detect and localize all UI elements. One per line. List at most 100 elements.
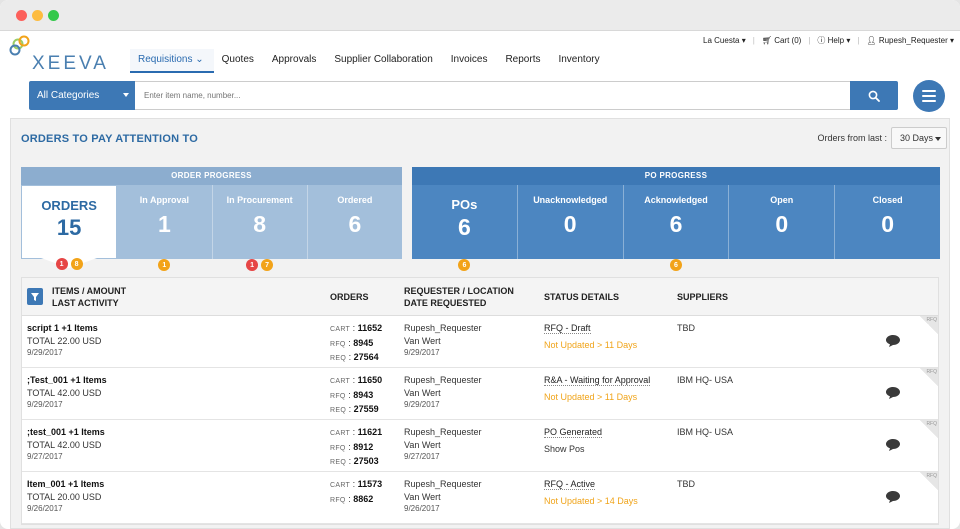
- chevron-down-icon: ▾: [949, 36, 954, 45]
- warning-badge[interactable]: 1: [158, 259, 171, 271]
- status-text[interactable]: PO Generated: [544, 427, 603, 438]
- rfq-corner-label: RFQ: [926, 369, 937, 375]
- req-number[interactable]: 27503: [354, 456, 379, 466]
- location-label: La Cuesta: [703, 36, 740, 45]
- hamburger-menu-button[interactable]: [913, 80, 945, 112]
- cart-number[interactable]: 11652: [358, 323, 383, 333]
- po-progress-panel: PO PROGRESS POs 6 6 Unacknowledged 0 Ack…: [412, 167, 940, 271]
- chat-bubble-icon[interactable]: [886, 387, 900, 399]
- col-orders-header[interactable]: ORDERS: [330, 291, 369, 303]
- alert-badge[interactable]: 1: [55, 258, 68, 270]
- warning-badge[interactable]: 8: [70, 258, 83, 270]
- nav-quotes[interactable]: Quotes: [214, 49, 264, 73]
- tile-label: Unacknowledged: [533, 195, 608, 205]
- divider: |: [752, 36, 755, 45]
- nav-inventory[interactable]: Inventory: [550, 49, 609, 73]
- warning-badge[interactable]: 6: [458, 259, 471, 271]
- chat-bubble-icon[interactable]: [886, 335, 900, 347]
- table-row[interactable]: ;Test_001 +1 Items TOTAL 42.00 USD 9/29/…: [22, 368, 938, 420]
- status-cell: R&A - Waiting for Approval Not Updated >…: [544, 374, 651, 403]
- tile-value: 0: [775, 211, 789, 237]
- maximize-window-button[interactable]: [48, 10, 59, 21]
- warning-badge[interactable]: 7: [261, 259, 274, 271]
- warning-badge[interactable]: 6: [669, 259, 682, 271]
- status-text[interactable]: RFQ - Active: [544, 479, 596, 490]
- logo-text: XEEVA: [32, 53, 109, 74]
- tile-orders[interactable]: ORDERS 15 1 8: [21, 185, 118, 270]
- tile-closed[interactable]: Closed 0: [835, 185, 940, 259]
- tile-unacknowledged[interactable]: Unacknowledged 0: [517, 185, 624, 259]
- rfq-number[interactable]: 8945: [353, 338, 373, 348]
- cart-label: Cart (0): [774, 36, 802, 45]
- rfq-number[interactable]: 8862: [353, 494, 373, 504]
- last-activity-date: 9/29/2017: [27, 400, 63, 409]
- nav-requisitions[interactable]: Requisitions ⌄: [130, 49, 214, 73]
- minimize-window-button[interactable]: [32, 10, 43, 21]
- cart-number[interactable]: 11650: [358, 375, 383, 385]
- status-text[interactable]: R&A - Waiting for Approval: [544, 375, 651, 386]
- date-requested: 9/27/2017: [404, 452, 440, 461]
- tile-open[interactable]: Open 0: [729, 185, 836, 259]
- tile-ordered[interactable]: Ordered 6: [307, 185, 402, 259]
- days-select[interactable]: 30 Days: [891, 127, 947, 149]
- item-link[interactable]: ;Test_001 +1 Items: [27, 374, 107, 387]
- tile-label: Ordered: [337, 195, 373, 205]
- col-status-header[interactable]: STATUS DETAILS: [544, 291, 619, 303]
- show-pos-link[interactable]: Show Pos: [544, 443, 602, 456]
- requester-cell: Rupesh_Requester Van Wert 9/29/2017: [404, 322, 482, 360]
- cart-number[interactable]: 11621: [358, 427, 383, 437]
- tile-value: 15: [56, 215, 82, 240]
- req-number[interactable]: 27564: [354, 352, 379, 362]
- filter-button[interactable]: [27, 288, 43, 305]
- table-row[interactable]: Item_001 +1 Items TOTAL 20.00 USD 9/26/2…: [22, 472, 938, 524]
- requester-location: Van Wert: [404, 439, 441, 450]
- cart-label: CART: [330, 326, 351, 333]
- chat-bubble-icon[interactable]: [886, 491, 900, 503]
- rfq-number[interactable]: 8943: [353, 390, 373, 400]
- tile-label: POs: [451, 197, 478, 212]
- nav-invoices[interactable]: Invoices: [443, 49, 498, 73]
- status-text[interactable]: RFQ - Draft: [544, 323, 591, 334]
- tile-in-procurement[interactable]: In Procurement 8 1 7: [212, 185, 308, 271]
- rfq-corner-label: RFQ: [926, 317, 937, 323]
- nav-supplier-collaboration[interactable]: Supplier Collaboration: [326, 49, 442, 73]
- requester-location: Van Wert: [404, 335, 441, 346]
- chevron-down-icon: [935, 137, 941, 141]
- chat-bubble-icon[interactable]: [886, 439, 900, 451]
- xeeva-logo[interactable]: XEEVA: [8, 35, 108, 74]
- table-row[interactable]: ;test_001 +1 Items TOTAL 42.00 USD 9/27/…: [22, 420, 938, 472]
- search-input[interactable]: [135, 81, 850, 110]
- nav-reports[interactable]: Reports: [497, 49, 550, 73]
- col-items-header[interactable]: ITEMS / AMOUNT LAST ACTIVITY: [52, 285, 126, 309]
- cart-link[interactable]: 🛒︎ Cart (0): [762, 36, 802, 45]
- help-menu[interactable]: ⓘ Help ▾: [817, 35, 850, 46]
- col-suppliers-header[interactable]: SUPPLIERS: [677, 291, 728, 303]
- item-link[interactable]: Item_001 +1 Items: [27, 478, 104, 491]
- location-selector[interactable]: La Cuesta ▾: [703, 36, 746, 45]
- close-window-button[interactable]: [16, 10, 27, 21]
- user-icon: 👤︎: [866, 36, 877, 45]
- rfq-label: RFQ: [330, 496, 346, 504]
- item-link[interactable]: ;test_001 +1 Items: [27, 426, 105, 439]
- requester-name: Rupesh_Requester: [404, 427, 482, 437]
- tile-value: 8: [253, 211, 267, 237]
- req-number[interactable]: 27559: [354, 404, 379, 414]
- nav-approvals[interactable]: Approvals: [264, 49, 326, 73]
- category-select[interactable]: All Categories: [29, 81, 135, 110]
- tile-pos[interactable]: POs 6 6: [412, 185, 518, 271]
- table-row[interactable]: script 1 +1 Items TOTAL 22.00 USD 9/29/2…: [22, 316, 938, 368]
- search-bar: All Categories: [29, 81, 898, 110]
- items-cell: ;test_001 +1 Items TOTAL 42.00 USD 9/27/…: [27, 426, 105, 464]
- search-button[interactable]: [850, 81, 898, 110]
- item-link[interactable]: script 1 +1 Items: [27, 322, 101, 335]
- tile-in-approval[interactable]: In Approval 1 1: [117, 185, 213, 271]
- status-subtext: Not Updated > 11 Days: [544, 339, 638, 350]
- tile-acknowledged[interactable]: Acknowledged 6 6: [623, 185, 730, 271]
- rfq-number[interactable]: 8912: [353, 442, 373, 452]
- rfq-label: RFQ: [330, 392, 346, 400]
- user-menu[interactable]: 👤︎ Rupesh_Requester ▾: [866, 36, 954, 45]
- orders-table: ITEMS / AMOUNT LAST ACTIVITY ORDERS REQU…: [21, 277, 939, 525]
- col-requester-header[interactable]: REQUESTER / LOCATION DATE REQUESTED: [404, 285, 514, 309]
- alert-badge[interactable]: 1: [246, 259, 259, 271]
- cart-number[interactable]: 11573: [358, 479, 383, 489]
